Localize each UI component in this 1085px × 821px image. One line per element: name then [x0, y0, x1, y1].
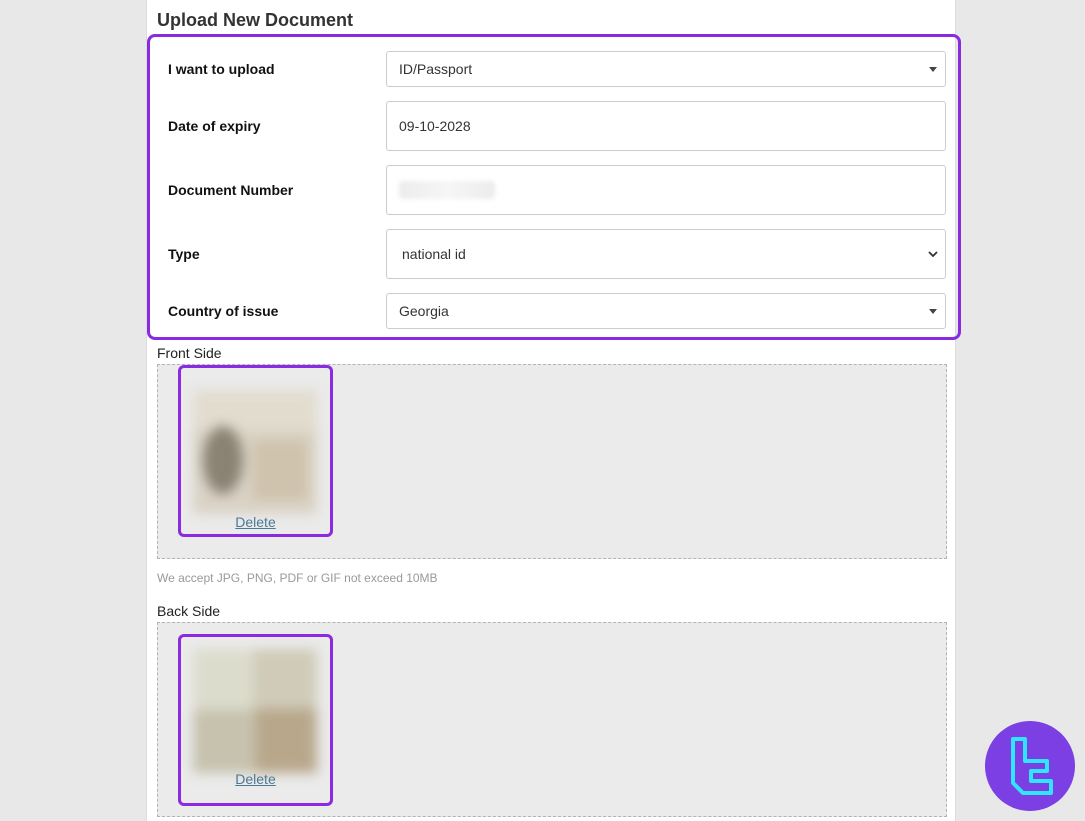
- expiry-date-value: 09-10-2028: [399, 118, 471, 134]
- upload-type-label: I want to upload: [168, 61, 275, 77]
- document-number-label: Document Number: [168, 182, 294, 198]
- upload-type-select[interactable]: ID/Passport: [386, 51, 946, 87]
- type-label: Type: [168, 246, 200, 262]
- page-title: Upload New Document: [157, 10, 354, 30]
- upload-type-value: ID/Passport: [399, 61, 473, 77]
- front-side-thumbnail-frame: Delete: [178, 365, 333, 537]
- front-side-label: Front Side: [157, 345, 222, 361]
- expiry-date-label: Date of expiry: [168, 118, 261, 134]
- front-side-image: [193, 390, 317, 514]
- type-select[interactable]: national id: [386, 229, 946, 279]
- brand-logo-icon: [985, 721, 1075, 811]
- document-number-blurred-value: [399, 181, 495, 199]
- front-side-dropzone[interactable]: Delete: [157, 364, 947, 559]
- country-value: Georgia: [399, 303, 449, 319]
- expiry-date-input[interactable]: 09-10-2028: [386, 101, 946, 151]
- caret-down-icon: [929, 67, 937, 72]
- file-format-hint: We accept JPG, PNG, PDF or GIF not excee…: [157, 571, 438, 585]
- front-side-delete-link[interactable]: Delete: [181, 514, 330, 530]
- type-value: national id: [402, 246, 466, 262]
- back-side-image: [193, 649, 317, 773]
- document-number-input[interactable]: [386, 165, 946, 215]
- back-side-dropzone[interactable]: Delete: [157, 622, 947, 817]
- upload-document-card: Upload New Document I want to upload ID/…: [146, 0, 961, 821]
- back-side-delete-link[interactable]: Delete: [181, 771, 330, 787]
- back-side-label: Back Side: [157, 603, 221, 619]
- chevron-down-icon: [928, 251, 938, 258]
- country-select[interactable]: Georgia: [386, 293, 946, 329]
- caret-down-icon: [929, 309, 937, 314]
- country-label: Country of issue: [168, 303, 279, 319]
- back-side-thumbnail-frame: Delete: [178, 634, 333, 806]
